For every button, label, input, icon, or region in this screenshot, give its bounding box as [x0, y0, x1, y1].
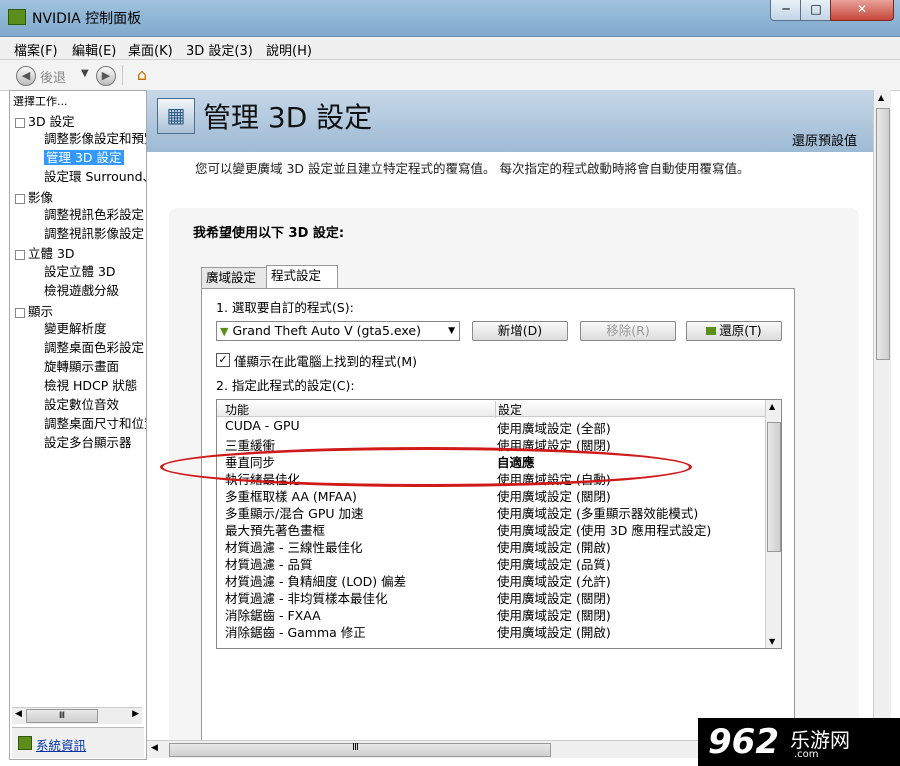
main-vscrollbar[interactable]: ▲	[873, 90, 891, 740]
table-row[interactable]: 最大預先著色畫框 使用廣域設定 (使用 3D 應用程式設定)	[217, 520, 765, 538]
menu-3d-settings[interactable]: 3D 設定(3)	[186, 40, 253, 59]
scroll-grip[interactable]: Ⅲ	[352, 742, 359, 753]
scroll-left-icon[interactable]: ◀	[15, 709, 22, 719]
history-dropdown-icon[interactable]: ▼	[81, 68, 89, 79]
menu-file[interactable]: 檔案(F)	[14, 40, 58, 59]
tab-program-settings[interactable]: 程式設定	[266, 265, 338, 289]
table-row[interactable]: 消除鋸齒 - FXAA 使用廣域設定 (關閉)	[217, 605, 765, 623]
tree-item-video-color[interactable]: 調整視訊色彩設定	[44, 204, 144, 223]
list-header: 功能 設定	[217, 400, 765, 418]
sidebar-hscrollbar[interactable]: ◀ Ⅲ ▶	[12, 707, 142, 724]
highlight-annotation	[160, 447, 692, 487]
tree-item-manage-3d[interactable]: 管理 3D 設定	[44, 147, 124, 166]
scroll-thumb[interactable]	[169, 743, 551, 757]
table-row[interactable]: 多重框取樣 AA (MFAA) 使用廣域設定 (關閉)	[217, 486, 765, 504]
back-icon[interactable]: ◀	[16, 66, 36, 86]
page-description: 您可以變更廣域 3D 設定並且建立特定程式的覆寫值。 每次指定的程式啟動時將會自…	[195, 161, 750, 176]
table-row[interactable]: 材質過濾 - 非均質樣本最佳化 使用廣域設定 (關閉)	[217, 588, 765, 606]
home-icon[interactable]: ⌂	[132, 65, 152, 85]
forward-icon[interactable]: ▶	[96, 66, 116, 86]
program-dropdown[interactable]: ▼ Grand Theft Auto V (gta5.exe) ▼	[216, 321, 460, 341]
tree-item-surround-physx[interactable]: 設定環 Surround、PhysX	[44, 166, 146, 185]
tree-item-multi-display[interactable]: 設定多台顯示器	[44, 432, 132, 451]
panel-heading: 我希望使用以下 3D 設定:	[193, 226, 345, 241]
tree-item-digital-audio[interactable]: 設定數位音效	[44, 394, 119, 413]
scroll-thumb[interactable]	[767, 422, 781, 552]
title-bar: NVIDIA 控制面板 ─ □ ✕	[0, 0, 900, 37]
menu-desktop[interactable]: 桌面(K)	[128, 40, 173, 59]
tree-item-hdcp[interactable]: 檢視 HDCP 狀態	[44, 375, 137, 394]
table-row[interactable]: 材質過濾 - 品質 使用廣域設定 (品質)	[217, 554, 765, 572]
add-program-button[interactable]: 新增(D)	[472, 321, 568, 341]
remove-program-button[interactable]: 移除(R)	[580, 321, 676, 341]
tree-item-desktop-size[interactable]: 調整桌面尺寸和位置	[44, 413, 146, 432]
settings-list: 功能 設定 CUDA - GPU 使用廣域設定 (全部) 三重緩衝 使用廣域設定 (…	[216, 399, 782, 649]
tree-item-resolution[interactable]: 變更解析度	[44, 318, 107, 337]
menu-edit[interactable]: 編輯(E)	[72, 40, 116, 59]
table-row[interactable]: CUDA - GPU 使用廣域設定 (全部)	[217, 418, 765, 436]
scroll-left-icon[interactable]: ◀	[151, 743, 158, 753]
column-setting[interactable]: 設定	[495, 401, 522, 418]
restore-defaults-link[interactable]: 還原預設值	[792, 130, 857, 149]
page-banner: ▦ 管理 3D 設定 還原預設值	[147, 90, 873, 152]
program-settings-label: 2. 指定此程式的設定(C):	[216, 378, 355, 393]
table-row[interactable]: 材質過濾 - 三線性最佳化 使用廣域設定 (開啟)	[217, 537, 765, 555]
scroll-up-icon[interactable]: ▲	[878, 93, 884, 102]
tree-category-stereo[interactable]: 立體 3D	[15, 243, 75, 262]
tree-item-rotate[interactable]: 旋轉顯示畫面	[44, 356, 119, 375]
scroll-up-icon[interactable]: ▲	[769, 402, 775, 411]
select-program-label: 1. 選取要自訂的程式(S):	[216, 300, 354, 315]
collapse-icon[interactable]	[15, 117, 25, 128]
minimize-button[interactable]: ─	[770, 0, 802, 21]
scroll-right-icon[interactable]: ▶	[132, 709, 139, 719]
program-settings-body: 1. 選取要自訂的程式(S): ▼ Grand Theft Auto V (gt…	[201, 288, 795, 758]
nvidia-icon	[706, 327, 717, 335]
list-vscrollbar[interactable]: ▲ ▼	[765, 400, 781, 648]
program-dropdown-value: Grand Theft Auto V (gta5.exe)	[232, 323, 421, 338]
3d-settings-icon: ▦	[157, 98, 195, 134]
toolbar-separator	[122, 65, 123, 85]
tab-global-settings[interactable]: 廣域設定	[201, 267, 269, 289]
back-label[interactable]: 後退	[40, 67, 66, 86]
restore-program-button[interactable]: 還原(T)	[686, 321, 782, 341]
system-info-icon	[18, 736, 32, 750]
scroll-thumb[interactable]: Ⅲ	[26, 709, 98, 723]
task-sidebar: 選擇工作... 3D 設定 調整影像設定和預覽 管理 3D 設定 設定環 Sur…	[9, 90, 147, 760]
tree-item-setup-stereo[interactable]: 設定立體 3D	[44, 261, 116, 280]
site-watermark: 962 乐游网 .com	[698, 718, 900, 766]
sidebar-footer: 系統資訊	[12, 727, 144, 758]
program-icon: ▼	[220, 325, 229, 338]
page-title: 管理 3D 設定	[203, 101, 373, 134]
table-row[interactable]: 消除鋸齒 - Gamma 修正 使用廣域設定 (開啟)	[217, 622, 765, 640]
watermark-url: .com	[794, 749, 819, 760]
show-found-programs-label[interactable]: 僅顯示在此電腦上找到的程式(M)	[234, 351, 417, 370]
tree-item-desktop-color[interactable]: 調整桌面色彩設定	[44, 337, 144, 356]
watermark-number: 962	[708, 722, 779, 762]
tree-item-video-image[interactable]: 調整視訊影像設定	[44, 223, 144, 242]
menu-help[interactable]: 說明(H)	[266, 40, 312, 59]
sidebar-header: 選擇工作...	[13, 95, 68, 108]
close-button[interactable]: ✕	[830, 0, 894, 21]
column-feature[interactable]: 功能	[225, 401, 249, 418]
collapse-icon[interactable]	[15, 307, 25, 318]
show-found-programs-checkbox[interactable]: ✓	[216, 353, 230, 367]
scroll-thumb[interactable]	[876, 108, 890, 360]
collapse-icon[interactable]	[15, 193, 25, 204]
menu-bar: 檔案(F) 編輯(E) 桌面(K) 3D 設定(3) 說明(H)	[0, 37, 900, 60]
system-info-link[interactable]: 系統資訊	[36, 735, 86, 754]
toolbar: ◀ 後退 ▼ ▶ ⌂	[0, 60, 900, 91]
chevron-down-icon[interactable]: ▼	[448, 322, 455, 340]
table-row[interactable]: 材質過濾 - 負精細度 (LOD) 偏差 使用廣域設定 (允許)	[217, 571, 765, 589]
table-row[interactable]: 多重顯示/混合 GPU 加速 使用廣域設定 (多重顯示器效能模式)	[217, 503, 765, 521]
tree-item-image-settings[interactable]: 調整影像設定和預覽	[44, 128, 146, 147]
tree-item-game-ratings[interactable]: 檢視遊戲分級	[44, 280, 119, 299]
maximize-button[interactable]: □	[800, 0, 832, 21]
nvidia-icon	[8, 9, 26, 25]
window-title: NVIDIA 控制面板	[32, 11, 142, 27]
main-content: ▦ 管理 3D 設定 還原預設值 您可以變更廣域 3D 設定並且建立特定程式的覆…	[147, 90, 873, 758]
collapse-icon[interactable]	[15, 249, 25, 260]
scroll-down-icon[interactable]: ▼	[769, 637, 775, 646]
